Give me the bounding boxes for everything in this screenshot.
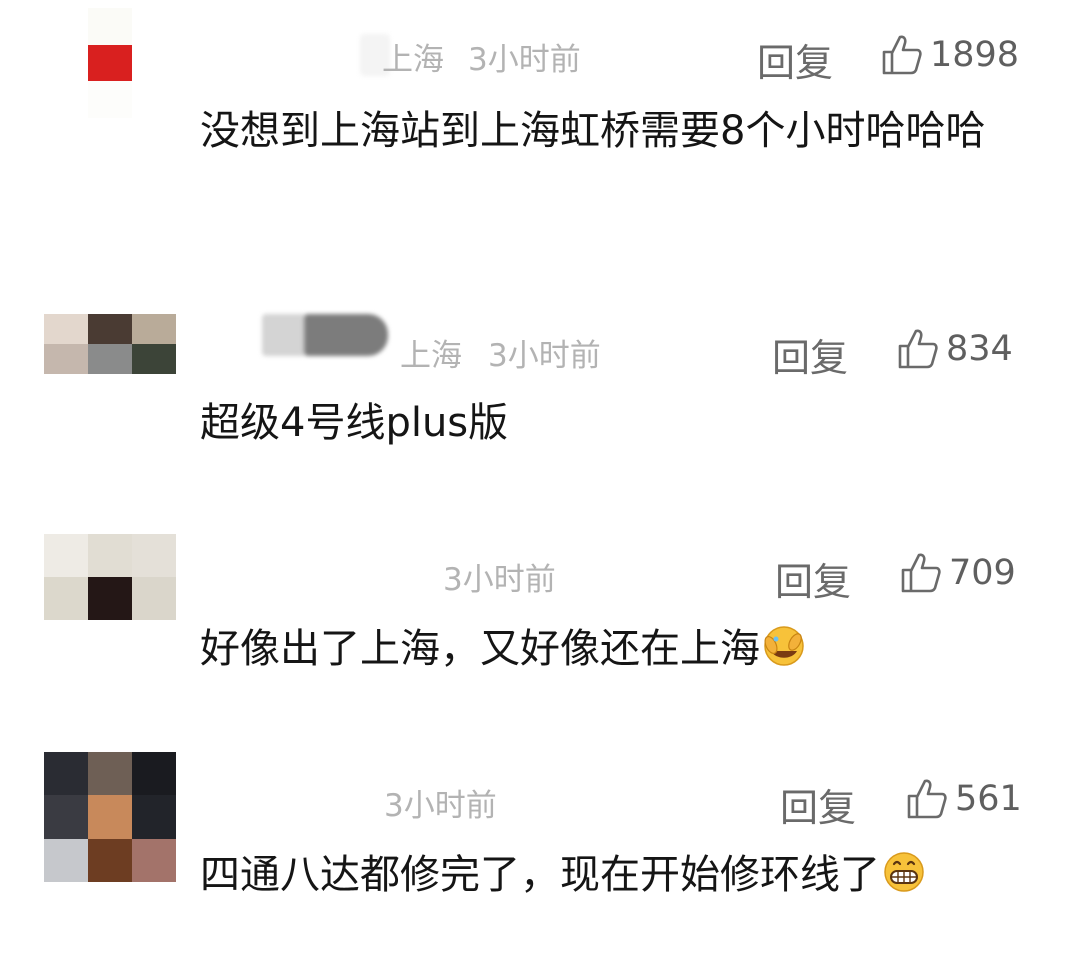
grin-emoji xyxy=(884,852,924,892)
facepalm-laugh-emoji xyxy=(764,626,804,666)
avatar[interactable] xyxy=(44,534,176,620)
reply-button[interactable]: 回复 xyxy=(775,551,851,606)
timestamp: 3小时前 xyxy=(488,338,601,374)
timestamp: 3小时前 xyxy=(384,788,497,824)
comment-text: 好像出了上海，又好像还在上海 xyxy=(200,618,1000,680)
like-button[interactable]: 709 xyxy=(899,548,1016,598)
like-count: 1898 xyxy=(930,35,1020,75)
username-blurred xyxy=(304,314,388,356)
like-button[interactable]: 1898 xyxy=(880,30,1019,80)
timestamp: 3小时前 xyxy=(468,42,581,78)
location-label: 上海 xyxy=(382,42,444,78)
thumbs-up-icon xyxy=(901,553,941,593)
comment-text-body: 四通八达都修完了，现在开始修环线了 xyxy=(200,852,880,898)
comment-text: 四通八达都修完了，现在开始修环线了 xyxy=(200,844,1000,906)
comment-text: 超级4号线plus版 xyxy=(200,400,509,446)
comment-item: 上海 3小时前 回复 834 超级4号线plus版 xyxy=(0,300,1080,460)
reply-button[interactable]: 回复 xyxy=(780,777,856,832)
avatar[interactable] xyxy=(44,8,176,118)
reply-button[interactable]: 回复 xyxy=(757,32,833,87)
comment-item: 上海 3小时前 回复 1898 没想到上海站到上海虹桥需要8个小时哈哈哈 xyxy=(0,0,1080,260)
thumbs-up-icon xyxy=(907,779,947,819)
comment-text: 没想到上海站到上海虹桥需要8个小时哈哈哈 xyxy=(200,108,986,154)
timestamp: 3小时前 xyxy=(443,562,556,598)
comment-item: 3小时前 回复 709 好像出了上海，又好像还在上海 xyxy=(0,530,1080,690)
like-count: 834 xyxy=(946,329,1013,369)
comment-item: 3小时前 回复 561 四通八达都修完了，现在开始修环线了 xyxy=(0,750,1080,950)
comment-list: 上海 3小时前 回复 1898 没想到上海站到上海虹桥需要8个小时哈哈哈 上海 … xyxy=(0,0,1080,969)
thumbs-up-icon xyxy=(882,35,922,75)
username-blurred[interactable] xyxy=(262,314,306,356)
location-label: 上海 xyxy=(400,338,462,374)
reply-button[interactable]: 回复 xyxy=(772,327,848,382)
like-count: 709 xyxy=(949,553,1016,593)
like-button[interactable]: 834 xyxy=(896,324,1013,374)
comment-text-body: 好像出了上海，又好像还在上海 xyxy=(200,626,760,672)
like-count: 561 xyxy=(955,779,1022,819)
like-button[interactable]: 561 xyxy=(905,774,1022,824)
avatar[interactable] xyxy=(44,752,176,882)
avatar[interactable] xyxy=(44,314,176,404)
thumbs-up-icon xyxy=(898,329,938,369)
